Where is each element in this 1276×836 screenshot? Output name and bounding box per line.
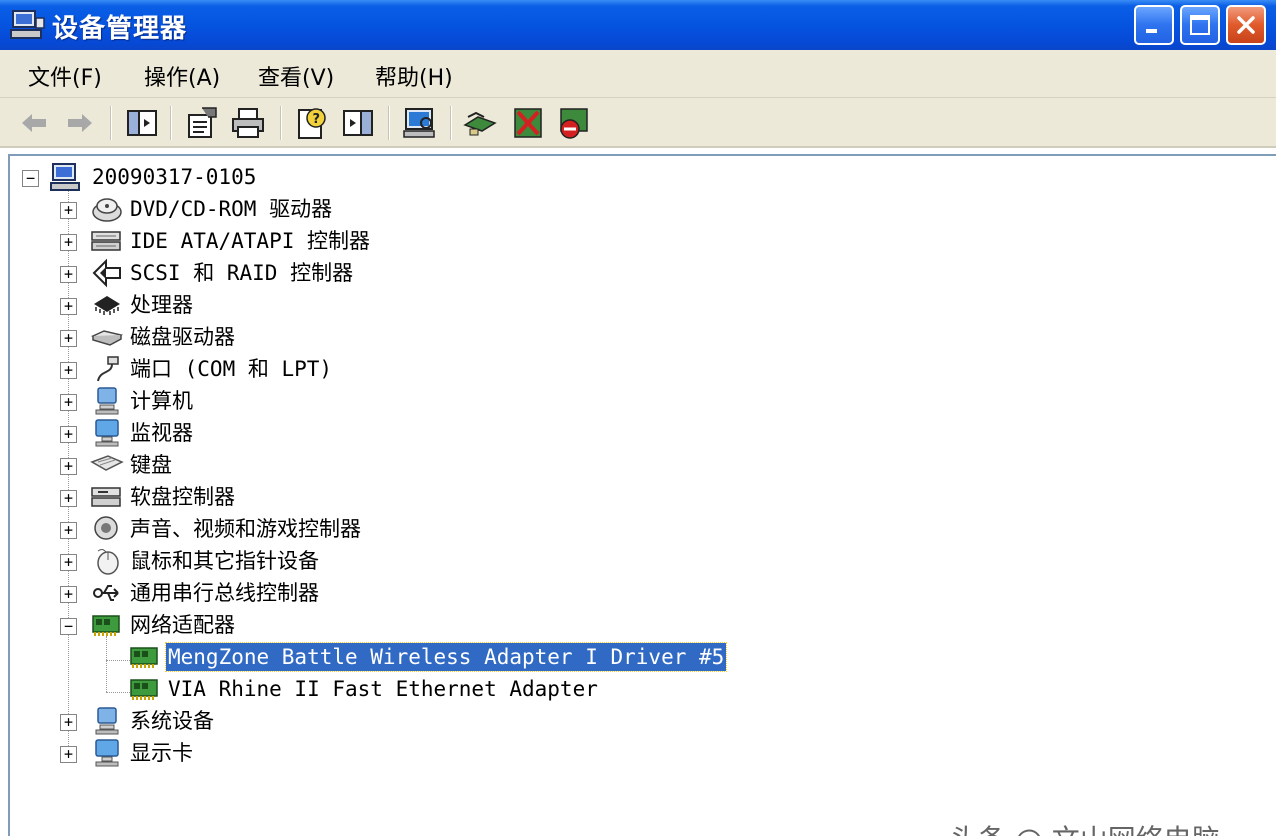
device-label-selected[interactable]: MengZone Battle Wireless Adapter I Drive… — [164, 642, 728, 672]
disk-drive-icon — [90, 330, 124, 346]
properties-icon[interactable] — [184, 105, 220, 141]
category-label[interactable]: 显示卡 — [130, 739, 193, 767]
maximize-icon — [1190, 15, 1210, 35]
scsi-icon — [92, 258, 121, 288]
display-adapter-icon — [95, 739, 119, 767]
toolbar-separator — [170, 106, 172, 140]
category-label[interactable]: 磁盘驱动器 — [130, 323, 235, 351]
expand-toggle[interactable]: + — [60, 458, 77, 475]
category-label[interactable]: 鼠标和其它指针设备 — [130, 547, 319, 575]
expand-toggle[interactable]: + — [60, 522, 77, 539]
expand-toggle[interactable]: + — [60, 330, 77, 347]
root-computer-label[interactable]: 20090317-0105 — [92, 163, 256, 191]
svg-text:?: ? — [313, 112, 321, 127]
title-bar[interactable]: 设备管理器 — [0, 0, 1276, 50]
tree-connector — [106, 660, 130, 661]
expand-toggle[interactable]: + — [60, 362, 77, 379]
computer-icon — [95, 387, 119, 415]
minimize-icon — [1146, 29, 1157, 33]
usb-icon — [93, 585, 119, 601]
category-label[interactable]: 通用串行总线控制器 — [130, 579, 319, 607]
forward-arrow-icon[interactable] — [62, 105, 98, 141]
category-label[interactable]: 端口 (COM 和 LPT) — [130, 355, 332, 383]
category-label[interactable]: 软盘控制器 — [130, 483, 235, 511]
expand-toggle[interactable]: + — [60, 234, 77, 251]
category-label[interactable]: 处理器 — [130, 291, 193, 319]
monitor-icon — [95, 419, 119, 447]
network-adapter-icon — [92, 615, 120, 636]
toolbar-separator — [388, 106, 390, 140]
back-arrow-icon[interactable] — [16, 105, 52, 141]
device-label[interactable]: VIA Rhine II Fast Ethernet Adapter — [168, 675, 598, 703]
toolbar-separator — [280, 106, 282, 140]
menu-view[interactable]: 查看(V) — [258, 60, 334, 92]
expand-toggle[interactable]: + — [60, 394, 77, 411]
floppy-controller-icon — [91, 487, 121, 507]
category-label[interactable]: 监视器 — [130, 419, 193, 447]
action-pane-icon[interactable] — [340, 105, 376, 141]
keyboard-icon — [90, 455, 124, 471]
device-tree[interactable]: − 20090317-0105 + DVD/CD-ROM 驱动器 + IDE A… — [8, 154, 1276, 836]
expand-toggle[interactable]: + — [60, 586, 77, 603]
expand-toggle[interactable]: + — [60, 490, 77, 507]
category-label[interactable]: IDE ATA/ATAPI 控制器 — [130, 227, 370, 255]
toolbar-separator — [450, 106, 452, 140]
category-label[interactable]: DVD/CD-ROM 驱动器 — [130, 195, 332, 223]
category-label[interactable]: 键盘 — [130, 451, 172, 479]
processor-icon — [94, 296, 120, 315]
print-icon[interactable] — [230, 105, 266, 141]
port-icon — [97, 356, 119, 382]
scan-hardware-icon[interactable] — [402, 105, 438, 141]
toolbar: ? — [0, 98, 1276, 148]
tree-connector — [106, 636, 107, 692]
show-hide-tree-icon[interactable] — [124, 105, 160, 141]
menu-bar: 文件(F) 操作(A) 查看(V) 帮助(H) — [0, 50, 1276, 98]
category-label[interactable]: 网络适配器 — [130, 611, 235, 639]
network-adapter-icon — [130, 679, 158, 700]
system-device-icon — [95, 707, 119, 735]
sound-icon — [94, 516, 118, 540]
window-title: 设备管理器 — [52, 14, 188, 44]
ide-controller-icon — [91, 231, 121, 251]
computer-root-icon — [50, 163, 80, 191]
category-label[interactable]: 声音、视频和游戏控制器 — [130, 515, 361, 543]
cdrom-icon — [92, 198, 122, 222]
toolbar-separator — [110, 106, 112, 140]
maximize-button[interactable] — [1180, 5, 1220, 45]
expand-toggle[interactable]: + — [60, 714, 77, 731]
category-label[interactable]: 系统设备 — [130, 707, 214, 735]
expand-toggle[interactable]: + — [60, 554, 77, 571]
minimize-button[interactable] — [1134, 5, 1174, 45]
category-label[interactable]: SCSI 和 RAID 控制器 — [130, 259, 353, 287]
expand-toggle[interactable]: + — [60, 266, 77, 283]
expand-toggle[interactable]: + — [60, 298, 77, 315]
network-adapter-icon — [130, 647, 158, 668]
menu-action[interactable]: 操作(A) — [144, 60, 220, 92]
menu-file[interactable]: 文件(F) — [28, 60, 102, 92]
help-icon[interactable]: ? — [294, 105, 330, 141]
collapse-toggle[interactable]: − — [60, 618, 77, 635]
mouse-icon — [97, 548, 119, 575]
expand-toggle[interactable]: + — [60, 746, 77, 763]
uninstall-icon[interactable] — [510, 105, 546, 141]
expand-toggle[interactable]: + — [60, 426, 77, 443]
close-icon — [1237, 16, 1255, 34]
watermark: 头条 @ 文山网络电脑 — [950, 818, 1220, 836]
collapse-root-toggle[interactable]: − — [22, 170, 39, 187]
expand-toggle[interactable]: + — [60, 202, 77, 219]
disable-device-icon[interactable] — [556, 105, 592, 141]
update-driver-icon[interactable] — [462, 105, 498, 141]
menu-help[interactable]: 帮助(H) — [375, 60, 453, 92]
close-button[interactable] — [1226, 5, 1266, 45]
category-label[interactable]: 计算机 — [130, 387, 193, 415]
tree-connector — [106, 692, 130, 693]
device-manager-icon — [10, 10, 45, 39]
